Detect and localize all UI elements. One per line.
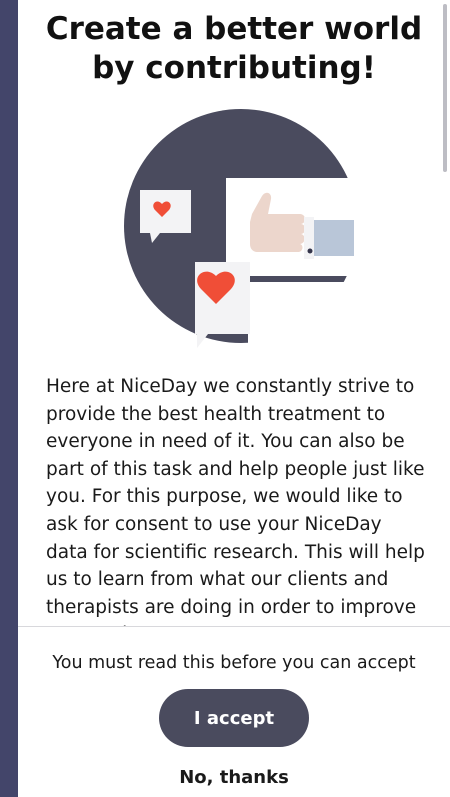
thumbs-up-hearts-illustration-icon (124, 109, 358, 356)
consent-footer: You must read this before you can accept… (18, 627, 450, 797)
title-line-2: by contributing! (92, 50, 376, 86)
page-title: Create a better world by contributing! (18, 0, 450, 88)
title-line-1: Create a better world (45, 11, 423, 47)
consent-body-text: Here at NiceDay we constantly strive to … (46, 376, 425, 626)
accept-button[interactable]: I accept (159, 689, 309, 747)
read-notice: You must read this before you can accept (52, 653, 416, 673)
consent-dialog: Create a better world by contributing! H… (18, 0, 450, 797)
content-scrollbar[interactable] (443, 4, 447, 172)
decline-button[interactable]: No, thanks (18, 767, 450, 788)
consent-content[interactable]: Create a better world by contributing! H… (18, 0, 450, 626)
